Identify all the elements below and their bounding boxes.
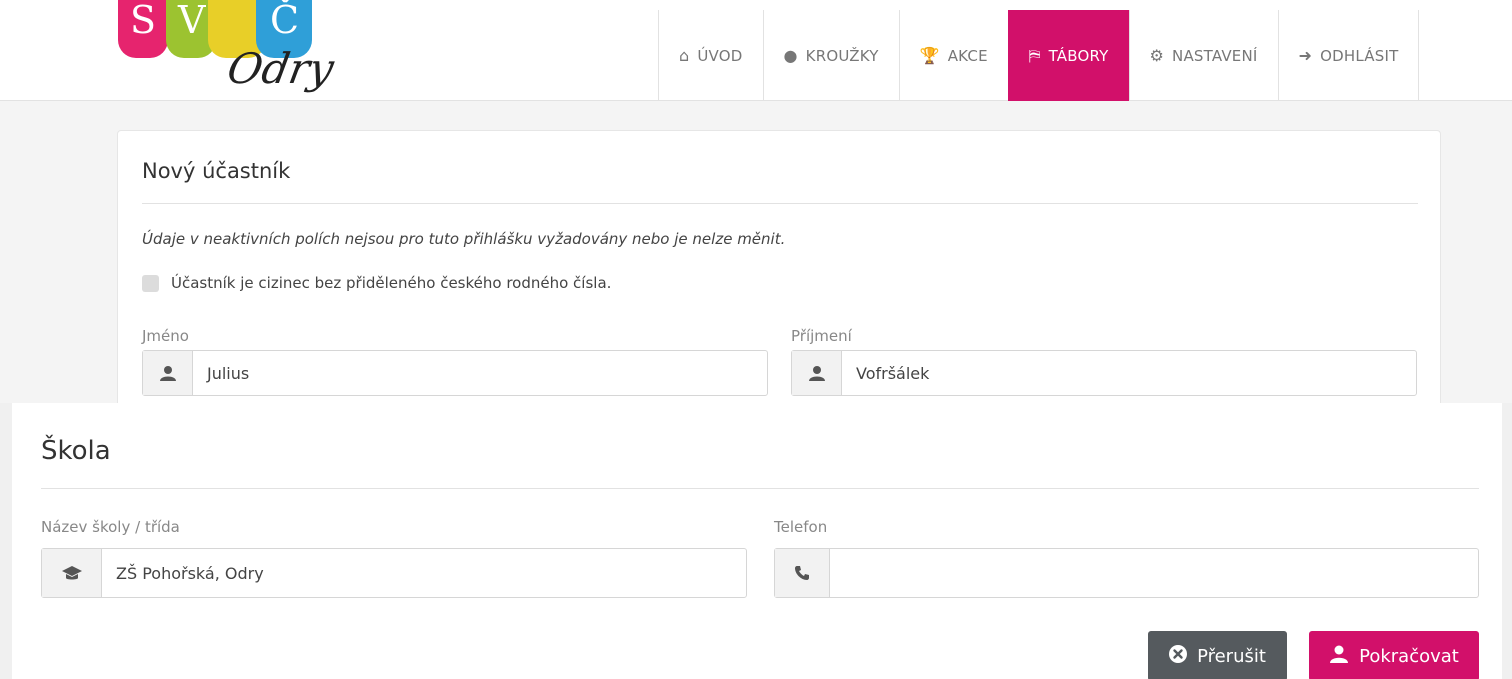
participant-card: Nový účastník Údaje v neaktivních polích… <box>117 130 1441 403</box>
continue-button[interactable]: Pokračovat <box>1309 631 1479 679</box>
nav-item-label: KROUŽKY <box>805 46 879 65</box>
last-name-label: Příjmení <box>791 327 852 345</box>
divider <box>142 203 1418 204</box>
phone-label: Telefon <box>774 518 828 536</box>
right-edge <box>1502 403 1512 679</box>
nav-item-label: AKCE <box>947 46 988 65</box>
logout-icon: ➜ <box>1298 46 1313 65</box>
user-icon <box>143 351 193 395</box>
nav-item-label: TÁBORY <box>1048 46 1109 65</box>
last-name-field[interactable]: Vofršálek <box>791 350 1417 396</box>
user-icon <box>1329 645 1349 668</box>
phone-input[interactable] <box>830 549 1478 597</box>
continue-button-label: Pokračovat <box>1359 645 1459 667</box>
signpost-icon: ⛿ <box>1028 45 1041 65</box>
left-edge <box>0 403 12 679</box>
school-title: Škola <box>41 436 111 466</box>
close-circle-icon <box>1169 644 1188 668</box>
lightbulb-icon: ● <box>783 46 798 65</box>
divider <box>41 488 1479 489</box>
foreign-checkbox-label: Účastník je cizinec bez přiděleného česk… <box>171 274 612 292</box>
home-icon: ⌂ <box>679 46 690 65</box>
nav-item-label: NASTAVENÍ <box>1172 46 1258 65</box>
first-name-field[interactable]: Julius <box>142 350 768 396</box>
user-icon <box>792 351 842 395</box>
nav-item-label: ÚVOD <box>697 46 743 65</box>
logo-script: Odry <box>223 44 338 93</box>
cancel-button[interactable]: Přerušit <box>1148 631 1287 679</box>
phone-field[interactable] <box>774 548 1479 598</box>
foreign-checkbox[interactable] <box>142 274 159 292</box>
cancel-button-label: Přerušit <box>1197 645 1266 667</box>
school-name-input[interactable]: ZŠ Pohořská, Odry <box>102 549 746 597</box>
nav-item-tabory[interactable]: ⛿ TÁBORY <box>1007 10 1129 101</box>
header: S V Č Odry ⌂ ÚVOD ● KROUŽKY 🏆 AKCE ⛿ TÁB… <box>0 0 1512 101</box>
first-name-input[interactable]: Julius <box>193 351 767 395</box>
nav-item-label: ODHLÁSIT <box>1320 46 1399 65</box>
graduation-cap-icon <box>42 549 102 597</box>
nav-item-nastaveni[interactable]: ⚙ NASTAVENÍ <box>1128 10 1278 101</box>
logo-letter-v: V <box>178 0 206 42</box>
school-name-field[interactable]: ZŠ Pohořská, Odry <box>41 548 747 598</box>
first-name-label: Jméno <box>142 327 189 345</box>
logo[interactable]: S V Č Odry <box>108 0 337 101</box>
last-name-input[interactable]: Vofršálek <box>842 351 1416 395</box>
trophy-icon: 🏆 <box>919 46 940 65</box>
logo-letter-c: Č <box>270 0 300 42</box>
form-note: Údaje v neaktivních polích nejsou pro tu… <box>142 230 786 248</box>
school-name-label: Název školy / třída <box>41 518 180 536</box>
card-title: Nový účastník <box>142 159 291 183</box>
phone-icon <box>775 549 830 597</box>
school-section: Škola Název školy / třída ZŠ Pohořská, O… <box>0 403 1512 679</box>
main-nav: ⌂ ÚVOD ● KROUŽKY 🏆 AKCE ⛿ TÁBORY ⚙ NASTA… <box>658 10 1420 101</box>
logo-letter-s: S <box>130 0 157 42</box>
nav-item-krouzky[interactable]: ● KROUŽKY <box>762 10 899 101</box>
top-section: S V Č Odry ⌂ ÚVOD ● KROUŽKY 🏆 AKCE ⛿ TÁB… <box>0 0 1512 403</box>
nav-item-akce[interactable]: 🏆 AKCE <box>898 10 1008 101</box>
nav-item-uvod[interactable]: ⌂ ÚVOD <box>658 10 763 101</box>
gear-icon: ⚙ <box>1149 46 1165 65</box>
foreign-checkbox-row[interactable]: Účastník je cizinec bez přiděleného česk… <box>142 274 611 292</box>
nav-item-odhlasit[interactable]: ➜ ODHLÁSIT <box>1277 10 1420 101</box>
